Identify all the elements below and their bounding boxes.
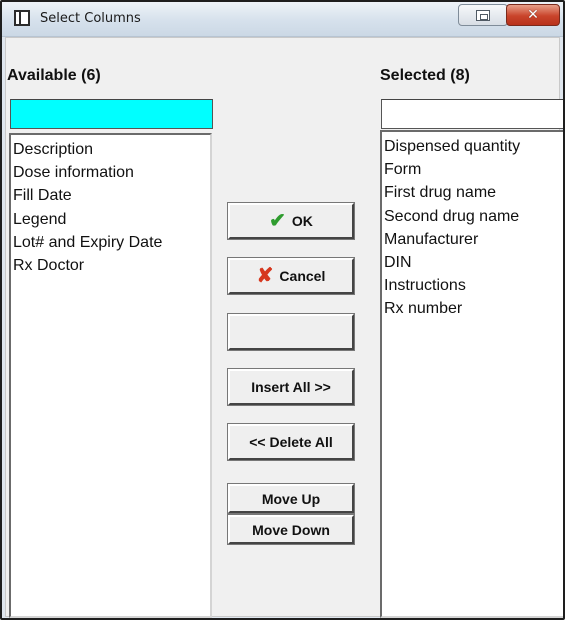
- move-down-button[interactable]: Move Down: [227, 514, 355, 545]
- dialog-body: Available (6) Selected (8) Description D…: [5, 37, 563, 618]
- close-button[interactable]: ✕: [506, 4, 560, 26]
- cancel-button[interactable]: ✘ Cancel: [227, 257, 355, 295]
- close-icon: ✕: [527, 7, 539, 23]
- available-filter-input[interactable]: [10, 99, 213, 129]
- list-item[interactable]: Instructions: [384, 274, 563, 297]
- cancel-label: Cancel: [279, 268, 326, 284]
- blank-button[interactable]: [227, 313, 355, 351]
- insert-all-button[interactable]: Insert All >>: [227, 368, 355, 406]
- check-icon: ✔: [269, 210, 286, 232]
- list-item[interactable]: DIN: [384, 251, 563, 274]
- window-icon: [14, 10, 30, 26]
- available-header: Available (6): [7, 67, 101, 84]
- list-item[interactable]: Dose information: [13, 161, 208, 184]
- list-item[interactable]: Description: [13, 138, 208, 161]
- window-title: Select Columns: [40, 11, 141, 26]
- selected-header: Selected (8): [380, 67, 470, 84]
- select-columns-window: Select Columns ✕ Available (6) Selected …: [0, 0, 565, 620]
- list-item[interactable]: First drug name: [384, 181, 563, 204]
- ok-label: OK: [291, 213, 313, 229]
- list-item[interactable]: Dispensed quantity: [384, 135, 563, 158]
- title-bar[interactable]: Select Columns ✕: [2, 2, 563, 37]
- list-item[interactable]: Rx number: [384, 297, 563, 320]
- list-item[interactable]: Second drug name: [384, 205, 563, 228]
- delete-all-button[interactable]: << Delete All: [227, 423, 355, 461]
- restore-button[interactable]: [458, 4, 508, 26]
- list-item[interactable]: Manufacturer: [384, 228, 563, 251]
- selected-filter-input[interactable]: [381, 99, 563, 129]
- restore-icon: [476, 9, 490, 21]
- x-icon: ✘: [256, 265, 274, 287]
- selected-list[interactable]: Dispensed quantity Form First drug name …: [380, 130, 563, 618]
- ok-button[interactable]: ✔ OK: [227, 202, 355, 240]
- list-item[interactable]: Fill Date: [13, 184, 208, 207]
- list-item[interactable]: Form: [384, 158, 563, 181]
- list-item[interactable]: Rx Doctor: [13, 254, 208, 277]
- list-item[interactable]: Lot# and Expiry Date: [13, 231, 208, 254]
- available-list[interactable]: Description Dose information Fill Date L…: [9, 133, 212, 618]
- move-up-button[interactable]: Move Up: [227, 483, 355, 514]
- list-item[interactable]: Legend: [13, 208, 208, 231]
